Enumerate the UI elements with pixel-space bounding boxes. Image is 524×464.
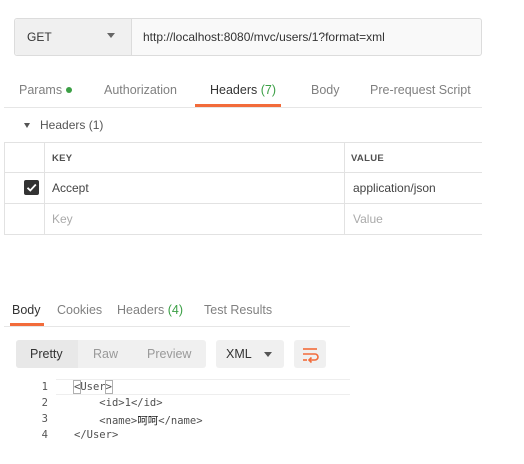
wrap-lines-icon — [303, 348, 319, 364]
tab-pre-request-script-label: Pre-request Script — [370, 83, 471, 97]
code-line-1[interactable]: <User> — [72, 380, 114, 394]
tab-headers-count: (7) — [260, 83, 277, 97]
response-active-tab-indicator — [10, 323, 44, 326]
tab-authorization-label: Authorization — [104, 83, 177, 97]
code-line-4[interactable]: </User> — [74, 429, 118, 441]
xml-tag-id-close: id — [143, 397, 157, 409]
line-number: 3 — [41, 413, 48, 425]
response-tab-test-results[interactable]: Test Results — [204, 303, 272, 317]
response-tab-headers[interactable]: Headers (4) — [117, 303, 183, 317]
response-tab-body-label: Body — [12, 303, 41, 317]
view-mode-pretty[interactable]: Pretty — [30, 347, 63, 361]
wrap-lines-button[interactable] — [294, 340, 326, 368]
response-tab-headers-count: (4) — [167, 303, 184, 317]
column-header-value: VALUE — [351, 153, 384, 164]
response-tab-test-results-label: Test Results — [204, 303, 273, 317]
collapse-caret-icon[interactable] — [24, 123, 30, 128]
tab-headers[interactable]: Headers (7) — [210, 83, 276, 97]
new-value-input[interactable]: Value — [353, 212, 383, 226]
tab-headers-label: Headers — [210, 83, 261, 97]
tabs-divider — [4, 107, 482, 108]
new-key-input[interactable]: Key — [52, 212, 73, 226]
header-enabled-checkbox[interactable] — [24, 180, 39, 195]
table-col-divider — [44, 142, 45, 235]
active-tab-indicator — [195, 104, 281, 107]
column-header-key: KEY — [52, 153, 73, 164]
response-tab-cookies[interactable]: Cookies — [57, 303, 102, 317]
request-bar: GET http://localhost:8080/mvc/users/1?fo… — [14, 18, 482, 56]
header-key-cell[interactable]: Accept — [52, 181, 89, 195]
params-dot-icon — [66, 86, 73, 93]
response-tab-body[interactable]: Body — [12, 303, 41, 317]
tab-params[interactable]: Params — [19, 83, 73, 97]
xml-id-value: 1 — [124, 397, 131, 409]
xml-tag-user: User — [80, 381, 106, 393]
line-number: 2 — [41, 397, 48, 409]
method-select[interactable]: GET — [15, 19, 132, 55]
chevron-down-icon — [107, 33, 115, 38]
response-tab-headers-label: Headers — [117, 303, 168, 317]
view-mode-preview[interactable]: Preview — [147, 347, 191, 361]
tab-body[interactable]: Body — [311, 83, 340, 97]
table-row-divider — [4, 172, 482, 173]
xml-name-value: 呵呵 — [137, 415, 159, 427]
line-number: 4 — [41, 429, 48, 441]
code-line-3[interactable]: <name>呵呵</name> — [74, 413, 202, 428]
chevron-down-icon — [264, 352, 272, 357]
format-label: XML — [226, 347, 252, 361]
method-label: GET — [27, 30, 52, 44]
table-row-divider — [4, 203, 482, 204]
line-number: 1 — [41, 381, 48, 393]
response-tabs-divider — [4, 326, 350, 327]
table-col-divider — [344, 142, 345, 235]
xml-tag-name: name — [105, 415, 131, 427]
tab-params-label: Params — [19, 83, 63, 97]
tab-body-label: Body — [311, 83, 340, 97]
checkmark-icon — [26, 183, 37, 192]
tab-pre-request-script[interactable]: Pre-request Script — [370, 83, 471, 97]
xml-tag-user-close: User — [86, 429, 112, 441]
response-tab-cookies-label: Cookies — [57, 303, 103, 317]
xml-tag-id: id — [105, 397, 119, 409]
xml-tag-name-close: name — [170, 415, 197, 427]
headers-section-title[interactable]: Headers (1) — [40, 118, 103, 132]
header-value-cell[interactable]: application/json — [353, 181, 436, 195]
url-input[interactable]: http://localhost:8080/mvc/users/1?format… — [143, 30, 385, 44]
code-line-2[interactable]: <id>1</id> — [74, 397, 162, 409]
view-mode-raw[interactable]: Raw — [93, 347, 118, 361]
tab-authorization[interactable]: Authorization — [104, 83, 177, 97]
